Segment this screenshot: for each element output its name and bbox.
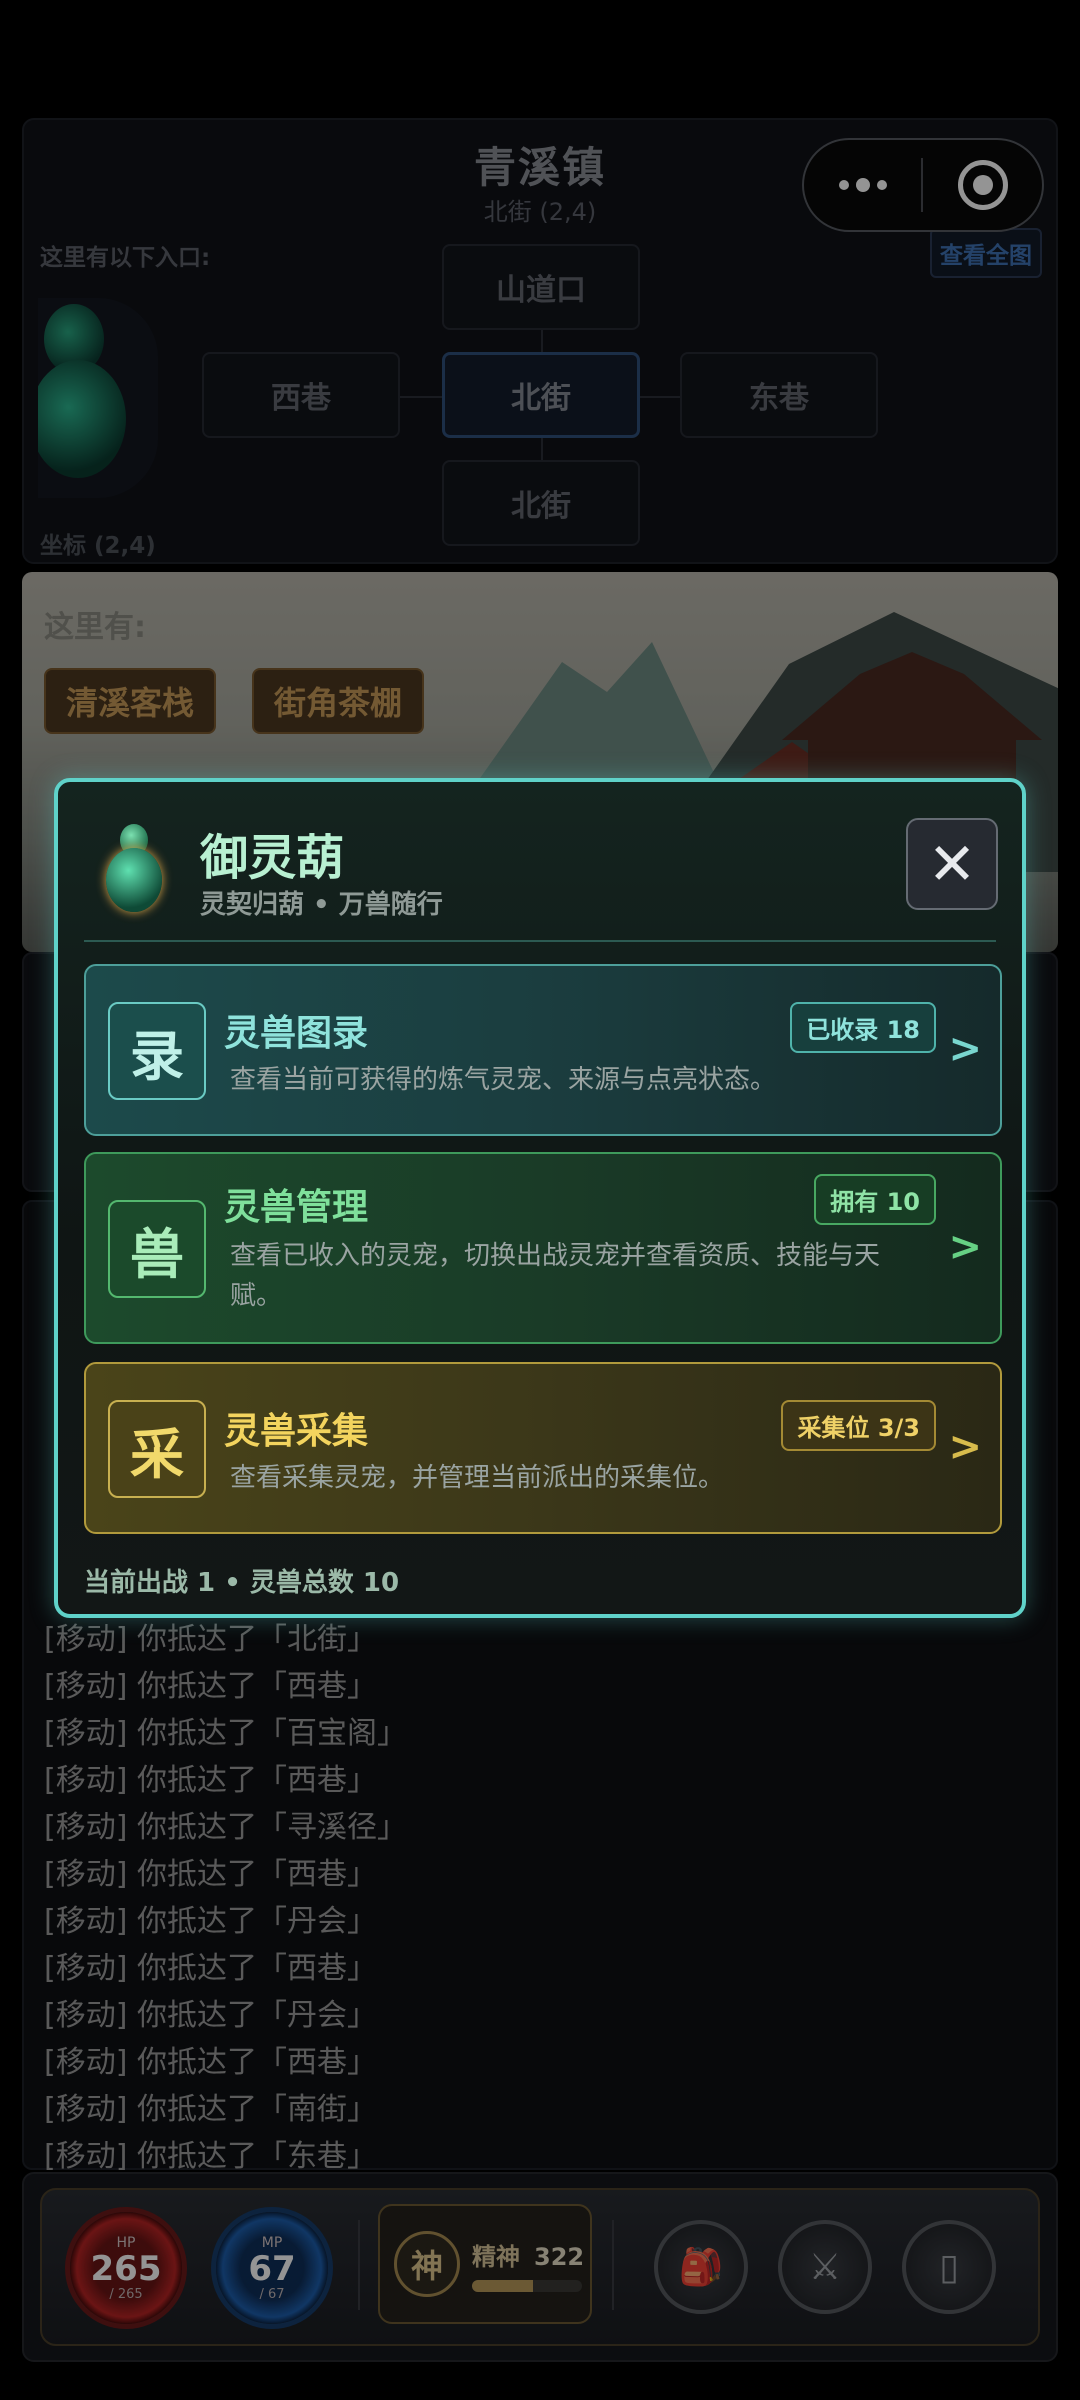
modal-title: 御灵葫 [200, 830, 345, 886]
chevron-right-icon: > [948, 1026, 982, 1072]
card-title: 灵兽图录 [224, 1013, 369, 1054]
divider [84, 940, 996, 942]
owned-count-badge: 拥有 10 [814, 1174, 936, 1225]
modal-footer: 当前出战 1 • 灵兽总数 10 [84, 1568, 400, 1598]
beast-icon: 兽 [108, 1200, 206, 1298]
gourd-icon [98, 818, 170, 918]
beast-management-card[interactable]: 兽 灵兽管理 拥有 10 查看已收入的灵宠，切换出战灵宠并查看资质、技能与天赋。… [84, 1152, 1002, 1344]
chevron-right-icon: > [948, 1424, 982, 1470]
gather-slots-badge: 采集位 3/3 [781, 1400, 936, 1451]
card-description: 查看当前可获得的炼气灵宠、来源与点亮状态。 [230, 1065, 777, 1095]
catalog-icon: 录 [108, 1002, 206, 1100]
app-screen: 青溪镇 北街 (2,4) 这里有以下入口: 查看全图 坐标 (2,4) 山道口 … [0, 0, 1080, 2400]
chevron-right-icon: > [948, 1224, 982, 1270]
spirit-gourd-modal: 御灵葫 灵契归葫 • 万兽随行 ✕ 录 灵兽图录 已收录 18 查看当前可获得的… [54, 778, 1026, 1618]
card-title: 灵兽管理 [224, 1187, 369, 1228]
modal-subtitle: 灵契归葫 • 万兽随行 [200, 890, 443, 920]
gather-icon: 采 [108, 1400, 206, 1498]
card-description: 查看采集灵宠，并管理当前派出的采集位。 [230, 1463, 725, 1493]
collected-count-badge: 已收录 18 [790, 1002, 936, 1053]
beast-gathering-card[interactable]: 采 灵兽采集 采集位 3/3 查看采集灵宠，并管理当前派出的采集位。 > [84, 1362, 1002, 1534]
card-title: 灵兽采集 [224, 1411, 369, 1452]
beast-catalog-card[interactable]: 录 灵兽图录 已收录 18 查看当前可获得的炼气灵宠、来源与点亮状态。 > [84, 964, 1002, 1136]
close-button[interactable]: ✕ [906, 818, 998, 910]
card-description: 查看已收入的灵宠，切换出战灵宠并查看资质、技能与天赋。 [230, 1241, 881, 1311]
